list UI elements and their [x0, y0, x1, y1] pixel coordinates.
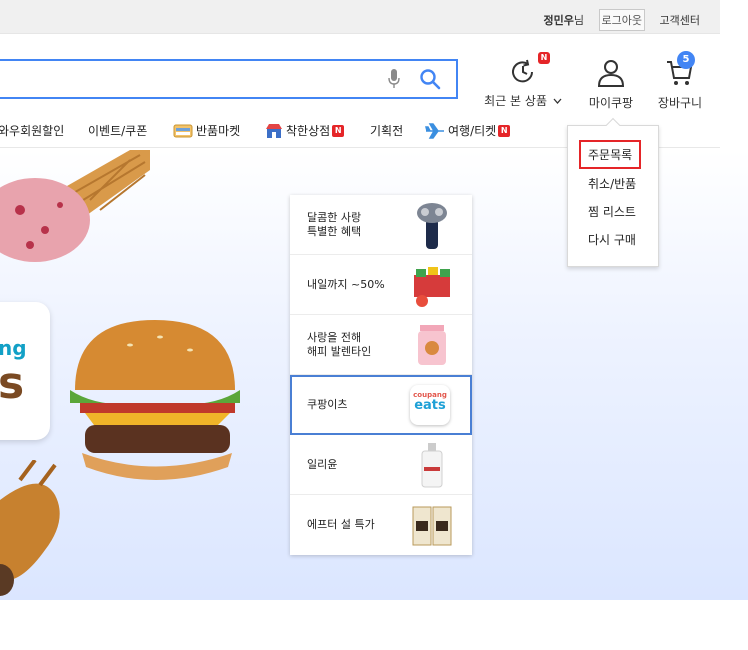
menu-order-list[interactable]: 주문목록	[579, 140, 642, 169]
nav-label: 이벤트/쿠폰	[88, 124, 148, 138]
nav-label: 여행/티켓	[448, 124, 497, 138]
nav-good-store[interactable]: 착한상점 N	[265, 122, 345, 139]
promo-item[interactable]: 달콤한 사랑 특별한 혜택	[290, 195, 472, 255]
coupang-eats-logo: coupang eats	[410, 385, 450, 425]
store-icon	[266, 123, 282, 138]
gift-box-icon	[412, 506, 452, 546]
promo-label: 달콤한 사랑 특별한 혜택	[307, 211, 362, 238]
nav-event-coupon[interactable]: 이벤트/쿠폰	[88, 122, 147, 139]
new-badge: N	[332, 124, 345, 137]
promo-label: 내일까지 ~50%	[307, 278, 385, 291]
snack-box-icon	[414, 267, 450, 307]
ice-cream-image	[0, 150, 150, 262]
promo-item-selected[interactable]: 쿠팡이츠 coupang eats	[290, 375, 472, 435]
promo-item[interactable]: 사랑을 전해 해피 발렌타인	[290, 315, 472, 375]
recent-products-button[interactable]: N 최근 본 상품	[478, 52, 568, 109]
mycoupang-dropdown: 주문목록 취소/반품 찜 리스트 다시 구매	[567, 117, 659, 267]
nav-label: 착한상점	[286, 124, 331, 138]
nav-special-exhibition[interactable]: 기획전	[370, 122, 403, 139]
promo-label: 에프터 설 특가	[307, 518, 375, 531]
shaver-icon	[417, 203, 447, 249]
recent-label: 최근 본 상품	[484, 94, 547, 108]
promo-label: 쿠팡이츠	[307, 398, 348, 411]
menu-buy-again[interactable]: 다시 구매	[588, 231, 636, 248]
nav-wow-discount[interactable]: 와우회원할인	[0, 122, 64, 139]
user-greeting: 정민우님	[544, 12, 585, 28]
lotion-bottle-icon	[421, 443, 443, 488]
cart-label: 장바구니	[657, 96, 703, 110]
nav-return-market[interactable]: 반품마켓	[173, 122, 240, 139]
customer-center-link[interactable]: 고객센터	[660, 12, 700, 28]
promo-label: 일리윤	[307, 458, 338, 471]
banner-card-text-top: ng	[0, 336, 27, 360]
cart-count-badge: 5	[677, 51, 695, 69]
mycoupang-button[interactable]: 마이쿠팡	[584, 58, 638, 111]
return-market-icon	[173, 124, 193, 137]
search-icon[interactable]	[419, 68, 441, 90]
promo-item[interactable]: 내일까지 ~50%	[290, 255, 472, 315]
recent-new-badge: N	[538, 52, 550, 64]
nav-label: 반품마켓	[196, 124, 241, 138]
promo-item[interactable]: 에프터 설 특가	[290, 495, 472, 555]
microphone-icon[interactable]	[387, 68, 401, 90]
airplane-icon	[425, 122, 444, 139]
promo-label: 사랑을 전해 해피 발렌타인	[307, 331, 372, 358]
nav-travel-ticket[interactable]: 여행/티켓 N	[425, 122, 511, 139]
banner-card: ng s	[0, 302, 50, 440]
menu-wish-list[interactable]: 찜 리스트	[588, 203, 636, 220]
user-icon	[597, 60, 625, 87]
nav-label: 와우회원할인	[0, 124, 65, 138]
mycoupang-label: 마이쿠팡	[588, 96, 634, 110]
banner-card-text-bottom: s	[0, 358, 25, 409]
top-bar: 정민우님 로그아웃 고객센터	[0, 0, 720, 34]
fried-shrimp-image	[0, 460, 60, 596]
nav-label: 기획전	[370, 124, 404, 138]
chevron-down-icon	[553, 98, 562, 104]
promo-item[interactable]: 일리윤	[290, 435, 472, 495]
eats-logo-bottom: eats	[414, 398, 446, 413]
logout-button[interactable]: 로그아웃	[598, 9, 645, 31]
menu-cancel-return[interactable]: 취소/반품	[588, 175, 636, 192]
new-badge: N	[498, 124, 511, 137]
clock-history-icon	[512, 59, 533, 83]
burger-image	[70, 320, 240, 480]
jar-icon	[418, 325, 446, 365]
cart-button[interactable]: 5 장바구니	[652, 51, 708, 111]
user-name: 정민우	[543, 14, 574, 27]
promo-side-list: 달콤한 사랑 특별한 혜택 내일까지 ~50% 사랑을 전해 해피 발렌타인 쿠…	[290, 195, 472, 555]
user-suffix: 님	[573, 14, 584, 27]
